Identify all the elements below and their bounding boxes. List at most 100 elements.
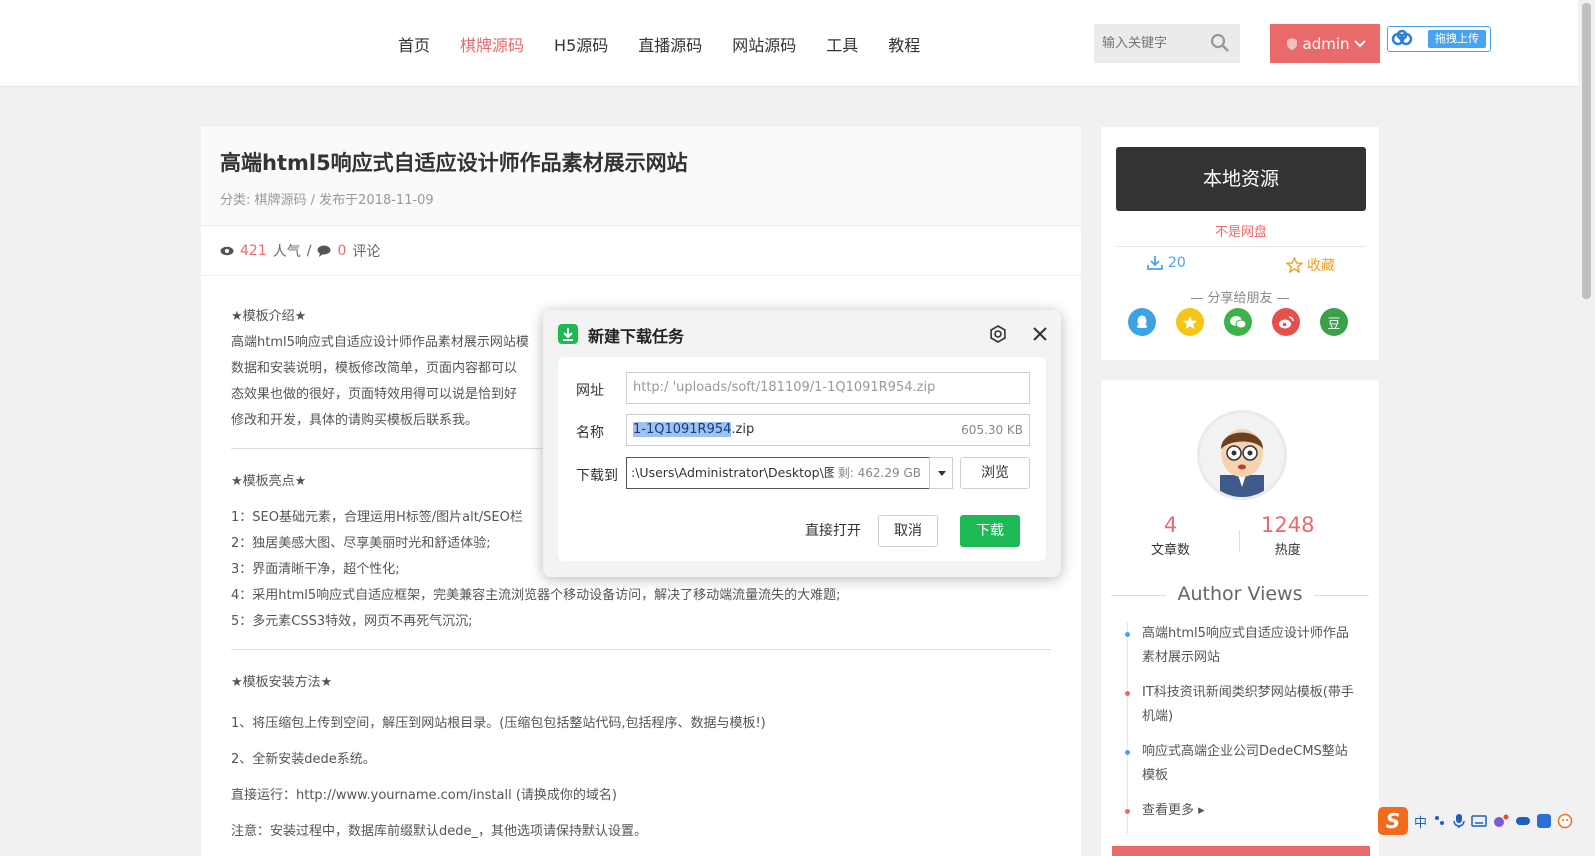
articles-stat: 4 文章数 <box>1151 513 1190 558</box>
local-resource-button[interactable]: 本地资源 <box>1116 147 1366 211</box>
favorite-button[interactable]: 收藏 <box>1286 255 1335 275</box>
ime-toolbar: S 中 <box>1378 806 1595 836</box>
views-label: 人气 <box>272 243 301 260</box>
page-scrollbar[interactable] <box>1578 0 1595 856</box>
nav-home[interactable]: 首页 <box>398 32 430 56</box>
share-title: — 分享给朋友 — <box>1190 291 1290 306</box>
file-size: 605.30 KB <box>961 423 1023 437</box>
toolbox-icon[interactable] <box>1537 814 1552 828</box>
install-line: 注意：安装过程中，数据库前缀默认dede_，其他选项请保持默认设置。 <box>231 824 648 839</box>
cancel-button[interactable]: 取消 <box>878 515 938 547</box>
favorite-label: 收藏 <box>1307 258 1335 274</box>
site-header: 首页 棋牌源码 H5源码 直播源码 网站源码 工具 教程 admin 拖拽上传 <box>0 0 1578 87</box>
article-meta: 分类: 棋牌源码 / 发布于2018-11-09 <box>220 193 434 208</box>
eye-icon <box>220 246 234 255</box>
emoji-icon[interactable] <box>1557 813 1573 829</box>
skin-icon[interactable] <box>1493 814 1509 828</box>
comment-icon <box>317 245 331 257</box>
qzone-icon[interactable] <box>1176 308 1204 336</box>
author-panel: 4 文章数 1248 热度 Author Views 高端html5响应式自适应… <box>1101 380 1379 856</box>
user-shield-icon <box>1286 37 1297 50</box>
wechat-icon[interactable] <box>1224 308 1252 336</box>
path-dropdown-button[interactable] <box>929 457 953 489</box>
nav-website[interactable]: 网站源码 <box>732 32 796 56</box>
articles-count: 4 <box>1163 513 1178 537</box>
divider <box>231 649 1051 650</box>
free-space: 剩: 462.29 GB <box>833 458 921 488</box>
nav-tutorial[interactable]: 教程 <box>888 32 920 56</box>
avatar[interactable] <box>1197 410 1287 500</box>
install-heading: ★模板安装方法★ <box>231 675 333 690</box>
keyboard-icon[interactable] <box>1471 815 1487 827</box>
close-icon[interactable] <box>1030 324 1050 344</box>
author-views-title: Author Views <box>1111 583 1369 605</box>
new-download-dialog: 新建下载任务 网址 http:/ 'uploads/soft/181109/1-… <box>543 310 1061 577</box>
download-app-icon <box>558 324 578 344</box>
not-netdisk-label: 不是网盘 <box>1116 221 1366 247</box>
search-input[interactable] <box>1094 24 1198 63</box>
save-path-field[interactable]: :\Users\Administrator\Desktop\图片 剩: 462.… <box>626 457 930 489</box>
admin-label: admin <box>1302 34 1350 53</box>
article-title: 高端html5响应式自适应设计师作品素材展示网站 <box>220 151 688 175</box>
heat-label: 热度 <box>1274 543 1301 558</box>
cloud-icon <box>1391 29 1413 46</box>
nav-qipai[interactable]: 棋牌源码 <box>460 32 524 56</box>
comments-count: 0 <box>337 242 347 259</box>
nav-tools[interactable]: 工具 <box>826 32 858 56</box>
main-nav: 首页 棋牌源码 H5源码 直播源码 网站源码 工具 教程 <box>398 32 950 56</box>
weibo-icon[interactable] <box>1272 308 1300 336</box>
list-item[interactable]: 响应式高端企业公司DedeCMS整站模板 <box>1125 740 1355 788</box>
open-directly-button[interactable]: 直接打开 <box>798 515 868 547</box>
dialog-body: 网址 http:/ 'uploads/soft/181109/1-1Q1091R… <box>558 357 1046 561</box>
nav-h5[interactable]: H5源码 <box>554 32 608 56</box>
download-icon <box>1147 256 1163 270</box>
settings-icon[interactable] <box>989 325 1007 343</box>
view-more-link[interactable]: 查看更多 ▸ <box>1125 799 1355 823</box>
ime-chinese-mode[interactable]: 中 <box>1414 812 1427 831</box>
name-extension: .zip <box>731 422 755 437</box>
scrollbar-thumb[interactable] <box>1582 3 1591 299</box>
douban-icon[interactable]: 豆 <box>1320 308 1348 336</box>
share-icons: 豆 <box>1128 308 1348 336</box>
star-icon <box>1286 257 1303 273</box>
comments-label: 评论 <box>352 243 381 260</box>
search-box <box>1094 24 1240 63</box>
name-selected-text: 1-1Q1091R954 <box>633 422 732 437</box>
save-path-value: :\Users\Administrator\Desktop\图片 <box>631 465 849 480</box>
download-button[interactable]: 下载 <box>960 515 1020 547</box>
qq-icon[interactable] <box>1128 308 1156 336</box>
resource-panel: 本地资源 不是网盘 20 收藏 — 分享给朋友 — 豆 <box>1101 127 1379 360</box>
punctuation-icon[interactable] <box>1433 814 1447 828</box>
sogou-logo-icon[interactable]: S <box>1378 807 1408 835</box>
name-field[interactable]: 1-1Q1091R954.zip 605.30 KB <box>626 414 1030 446</box>
drag-upload-button[interactable]: 拖拽上传 <box>1387 26 1491 52</box>
highlight-item: 4：采用html5响应式自适应框架，完美兼容主流浏览器个移动设备访问，解决了移动… <box>231 588 841 603</box>
install-line: 2、全新安装dede系统。 <box>231 752 376 767</box>
chevron-down-icon <box>1353 39 1366 47</box>
game-icon[interactable] <box>1515 815 1531 827</box>
browse-button[interactable]: 浏览 <box>960 457 1030 489</box>
red-banner <box>1112 846 1370 856</box>
dialog-title: 新建下载任务 <box>588 327 685 346</box>
url-field[interactable]: http:/ 'uploads/soft/181109/1-1Q1091R954… <box>626 372 1030 404</box>
highlight-item: 5：多元素CSS3特效，网页不再死气沉沉; <box>231 614 473 629</box>
install-line: 1、将压缩包上传到空间，解压到网站根目录。(压缩包包括整站代码,包括程序、数据与… <box>231 716 766 731</box>
article-header: 高端html5响应式自适应设计师作品素材展示网站 分类: 棋牌源码 / 发布于2… <box>201 127 1081 226</box>
name-label: 名称 <box>576 425 604 441</box>
save-path-label: 下载到 <box>576 468 618 484</box>
articles-label: 文章数 <box>1151 543 1191 558</box>
list-item[interactable]: 高端html5响应式自适应设计师作品素材展示网站 <box>1125 622 1355 670</box>
search-icon[interactable] <box>1210 33 1230 53</box>
article-stats: 421 人气 / 0 评论 <box>201 226 1081 276</box>
download-count-value: 20 <box>1168 255 1186 271</box>
microphone-icon[interactable] <box>1453 813 1465 829</box>
download-count: 20 <box>1147 255 1186 271</box>
views-count: 421 <box>240 242 267 259</box>
stats-separator: / <box>306 242 312 259</box>
stat-divider <box>1239 530 1240 552</box>
heat-count: 1248 <box>1261 513 1315 537</box>
heat-stat: 1248 热度 <box>1261 513 1314 558</box>
nav-live[interactable]: 直播源码 <box>638 32 702 56</box>
list-item[interactable]: IT科技资讯新闻类织梦网站模板(带手机端) <box>1125 681 1355 729</box>
admin-menu-button[interactable]: admin <box>1270 24 1380 63</box>
